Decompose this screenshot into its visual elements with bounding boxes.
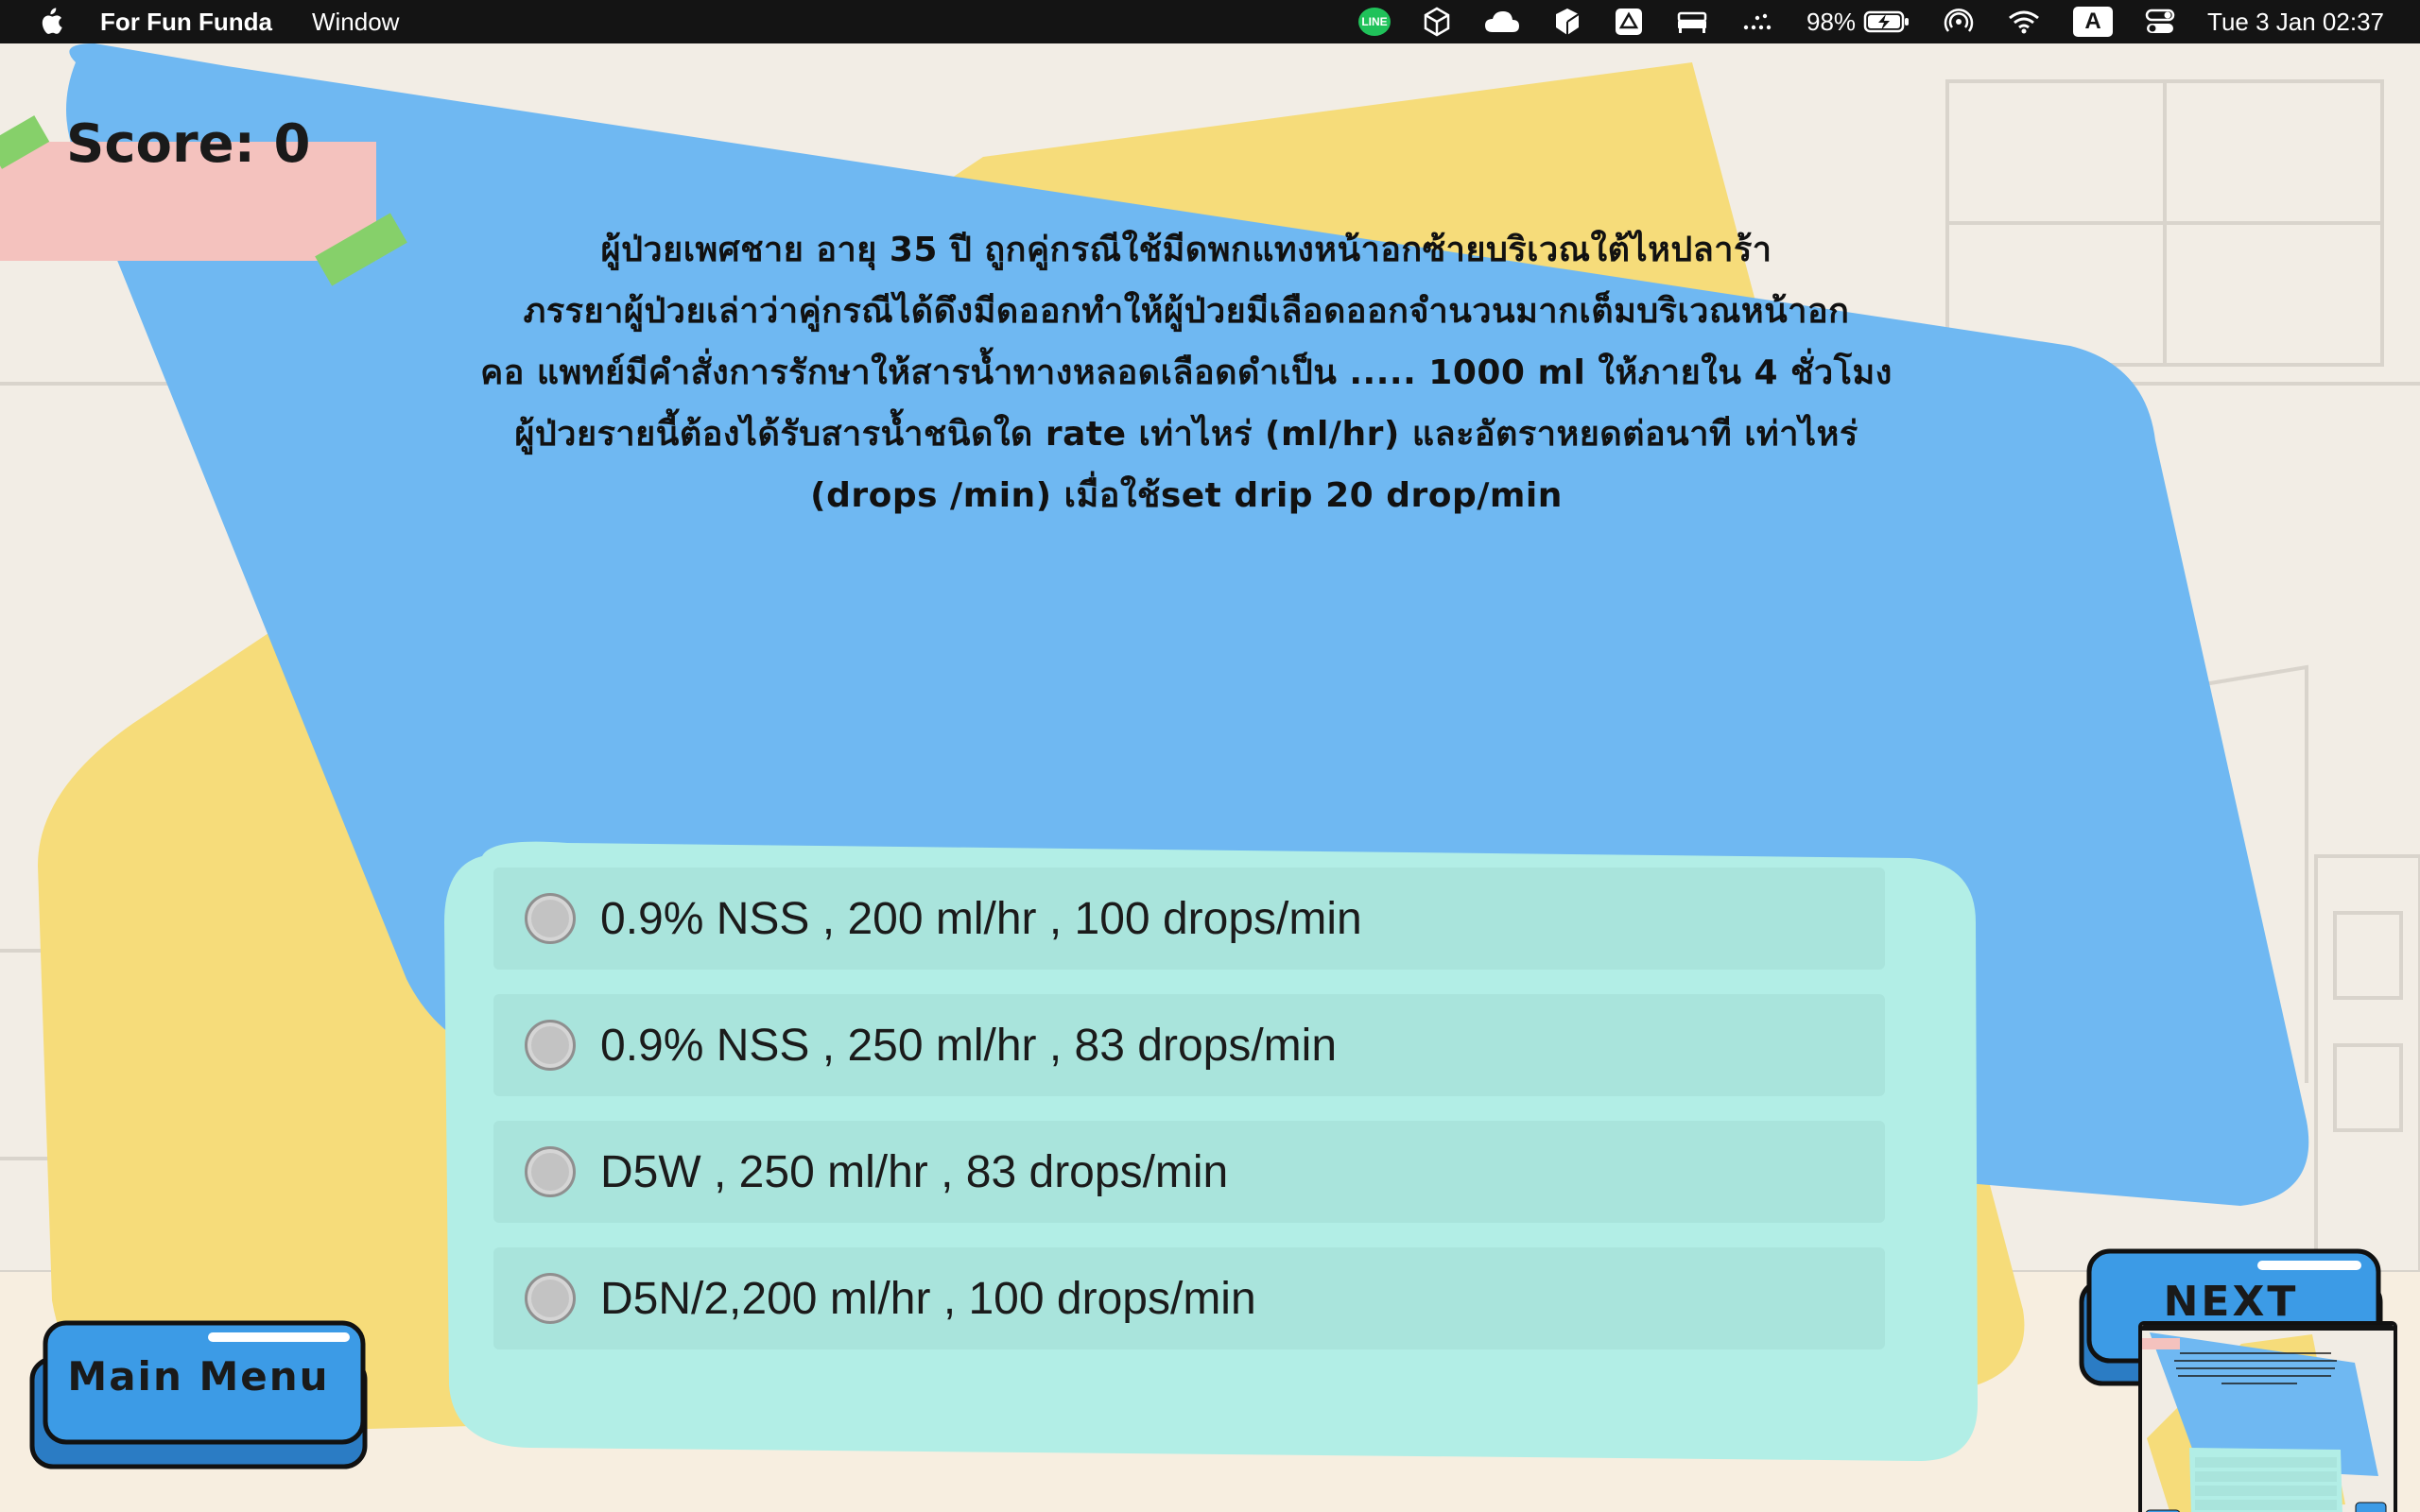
dots-icon[interactable] [1740, 10, 1774, 33]
menu-bar: For Fun Funda Window LINE 98% A Tue 3 Ja… [0, 0, 2420, 43]
main-menu-label: Main Menu [67, 1353, 330, 1400]
radio-button[interactable] [525, 1020, 576, 1071]
radio-button[interactable] [525, 1273, 576, 1324]
line-icon[interactable]: LINE [1358, 8, 1391, 36]
answer-options: 0.9% NSS , 200 ml/hr , 100 drops/min 0.9… [493, 868, 1885, 1374]
radio-button[interactable] [525, 1146, 576, 1197]
screenshot-thumbnail[interactable] [2138, 1321, 2397, 1512]
score-label: Score: 0 [66, 113, 311, 175]
answer-option-2[interactable]: 0.9% NSS , 250 ml/hr , 83 drops/min [493, 994, 1885, 1096]
app-name-menu[interactable]: For Fun Funda [100, 8, 272, 37]
wifi-icon[interactable] [2007, 9, 2041, 35]
keyboard-a-icon[interactable]: A [2073, 7, 2114, 37]
drive-icon[interactable] [1614, 7, 1644, 37]
status-area: LINE 98% A Tue 3 Jan 02:37 [1358, 0, 2420, 43]
apple-menu-icon[interactable] [36, 6, 64, 38]
battery-indicator[interactable]: 98% [1806, 8, 1910, 37]
question-line: คอ แพทย์มีคำสั่งการรักษาให้สารน้ำทางหลอด… [480, 353, 1893, 392]
window-menu[interactable]: Window [312, 8, 399, 37]
control-center-icon[interactable] [2145, 8, 2175, 36]
question-line: ผู้ป่วยรายนี้ต้องได้รับสารน้ำชนิดใด rate… [514, 415, 1858, 454]
question-line: (drops /min) เมื่อใช้set drip 20 drop/mi… [810, 476, 1563, 515]
answer-label: 0.9% NSS , 250 ml/hr , 83 drops/min [600, 1020, 1338, 1071]
question-line: ภรรยาผู้ป่วยเล่าว่าคู่กรณีได้ดึงมีดออกทำ… [523, 292, 1850, 331]
cube-icon[interactable] [1553, 7, 1582, 37]
bed-icon[interactable] [1676, 9, 1708, 34]
battery-icon [1863, 9, 1910, 34]
answer-option-3[interactable]: D5W , 250 ml/hr , 83 drops/min [493, 1121, 1885, 1223]
answer-option-1[interactable]: 0.9% NSS , 200 ml/hr , 100 drops/min [493, 868, 1885, 970]
unity-icon[interactable] [1423, 7, 1451, 37]
answer-label: D5W , 250 ml/hr , 83 drops/min [600, 1146, 1229, 1197]
next-label: NEXT [2163, 1278, 2299, 1326]
airdrop-icon[interactable] [1943, 7, 1975, 37]
answer-label: D5N/2,200 ml/hr , 100 drops/min [600, 1273, 1256, 1324]
answer-option-4[interactable]: D5N/2,200 ml/hr , 100 drops/min [493, 1247, 1885, 1349]
game-scene: Score: 0 ผู้ป่วยเพศชาย อายุ 35 ปี ถูกคู่… [0, 43, 2420, 1512]
radio-button[interactable] [525, 893, 576, 944]
main-menu-button[interactable]: Main Menu [28, 1319, 369, 1472]
clock[interactable]: Tue 3 Jan 02:37 [2207, 8, 2384, 37]
thumbnail-preview [2142, 1325, 2394, 1512]
cloud-icon[interactable] [1483, 9, 1521, 34]
question-text: ผู้ป่วยเพศชาย อายุ 35 ปี ถูกคู่กรณีใช้มี… [331, 219, 2042, 526]
question-line: ผู้ป่วยเพศชาย อายุ 35 ปี ถูกคู่กรณีใช้มี… [600, 231, 1772, 269]
answer-label: 0.9% NSS , 200 ml/hr , 100 drops/min [600, 893, 1362, 944]
